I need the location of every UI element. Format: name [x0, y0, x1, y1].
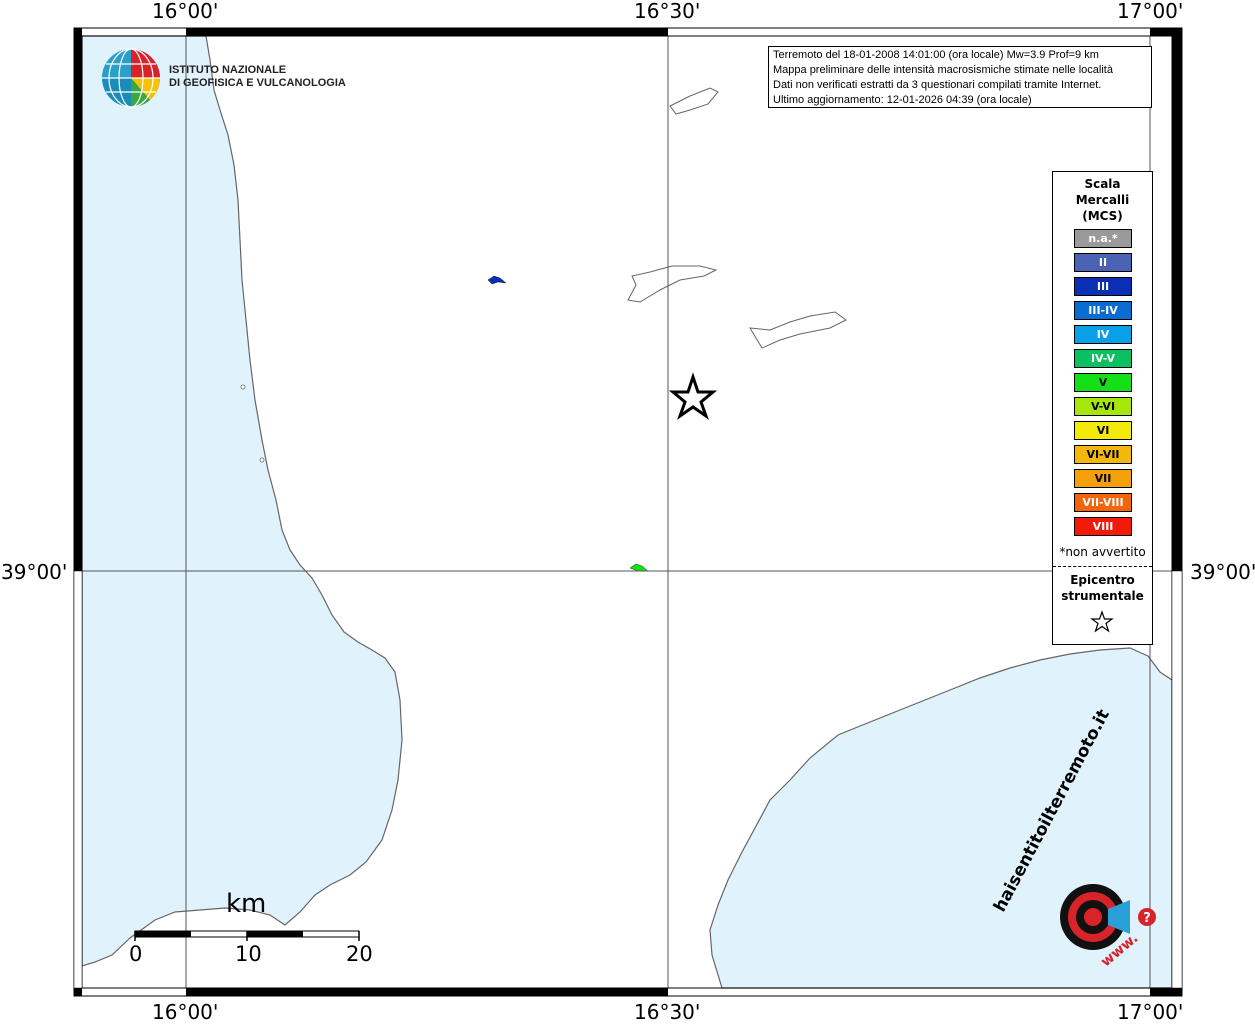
coord-top-17-00: 17°00' — [1117, 0, 1184, 23]
scale-label-20: 20 — [346, 942, 373, 966]
legend-title: Scala Mercalli (MCS) — [1053, 176, 1152, 224]
legend-swatch: V — [1074, 373, 1132, 392]
legend-swatch: V-VI — [1074, 397, 1132, 416]
event-info-line1: Terremoto del 18-01-2008 14:01:00 (ora l… — [773, 49, 1099, 61]
mcs-legend: Scala Mercalli (MCS) n.a.* II III III-IV IV I… — [1052, 171, 1153, 645]
legend-epicenter-label: Epicentro strumentale — [1053, 572, 1152, 604]
legend-swatch: VII-VIII — [1074, 493, 1132, 512]
scale-label-10: 10 — [235, 942, 262, 966]
event-info-box: Terremoto del 18-01-2008 14:01:00 (ora l… — [768, 46, 1152, 108]
legend-note: *non avvertito — [1059, 545, 1146, 559]
event-info-line2: Mappa preliminare delle intensità macros… — [773, 64, 1113, 76]
legend-swatch: IV-V — [1074, 349, 1132, 368]
legend-divider — [1053, 566, 1152, 567]
islet-marker — [259, 457, 265, 463]
legend-title-line1: Scala — [1084, 177, 1121, 191]
legend-swatch: IV — [1074, 325, 1132, 344]
coord-top-16-00: 16°00' — [152, 0, 219, 23]
legend-epicenter-line2: strumentale — [1061, 589, 1144, 603]
legend-title-line3: (MCS) — [1082, 209, 1123, 223]
legend-swatch: n.a.* — [1074, 229, 1132, 248]
islet-marker — [240, 384, 246, 390]
legend-star-icon — [1090, 610, 1114, 633]
coord-bottom-16-00: 16°00' — [152, 1000, 219, 1024]
ingv-name: ISTITUTO NAZIONALE DI GEOFISICA E VULCAN… — [169, 64, 346, 90]
coord-bottom-16-30: 16°30' — [634, 1000, 701, 1024]
legend-swatch: III-IV — [1074, 301, 1132, 320]
legend-swatch: VI-VII — [1074, 445, 1132, 464]
ingv-line2: DI GEOFISICA E VULCANOLOGIA — [169, 77, 346, 89]
event-info-line3: Dati non verificati estratti da 3 questi… — [773, 79, 1102, 91]
coord-right-39-00: 39°00' — [1190, 560, 1255, 584]
ingv-logo — [102, 48, 161, 108]
legend-epicenter-line1: Epicentro — [1070, 573, 1135, 587]
legend-swatch: VI — [1074, 421, 1132, 440]
coord-bottom-17-00: 17°00' — [1117, 1000, 1184, 1024]
legend-swatch: VII — [1074, 469, 1132, 488]
legend-title-line2: Mercalli — [1075, 193, 1130, 207]
scale-label-0: 0 — [129, 942, 143, 966]
event-info-line4: Ultimo aggiornamento: 12-01-2026 04:39 (… — [773, 94, 1032, 106]
legend-swatch: VIII — [1074, 517, 1132, 536]
ingv-line1: ISTITUTO NAZIONALE — [169, 64, 287, 76]
legend-swatch: III — [1074, 277, 1132, 296]
coord-left-39-00: 39°00' — [1, 560, 68, 584]
svg-text:?: ? — [1143, 911, 1151, 926]
legend-swatch: II — [1074, 253, 1132, 272]
scale-title: km — [226, 889, 267, 919]
coord-top-16-30: 16°30' — [634, 0, 701, 23]
